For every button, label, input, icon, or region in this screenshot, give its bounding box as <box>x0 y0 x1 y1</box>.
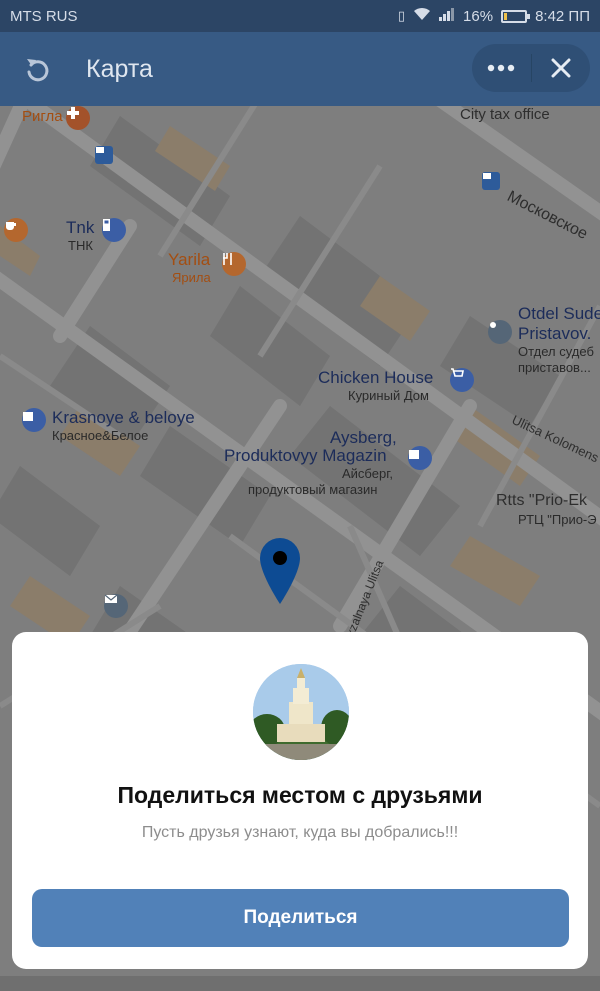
map-label-chicken-ru: Куриный Дом <box>348 388 429 403</box>
place-photo <box>253 664 349 760</box>
clock: 8:42 ПП <box>535 7 590 25</box>
carrier-name: MTS RUS <box>10 7 78 25</box>
map-label-aysberg-2: Produktovyy Magazin <box>224 446 387 465</box>
shopping-bag-icon[interactable] <box>22 408 46 432</box>
refresh-back-icon <box>27 59 49 82</box>
map-label-aysberg-3: Айсберг, <box>342 466 393 481</box>
status-bar: MTS RUS ▯ 16% 8:42 ПП <box>0 0 600 32</box>
map-label-otdel-1: Otdel Sude <box>518 304 600 323</box>
map-label-rigla: Ригла <box>22 108 63 125</box>
pharmacy-icon[interactable] <box>66 106 90 130</box>
map-label-tnk-en: Tnk <box>66 218 95 237</box>
bottom-edge <box>0 976 600 991</box>
card-subtitle: Пусть друзья узнают, куда вы добрались!!… <box>141 824 459 841</box>
wifi-icon <box>413 7 431 25</box>
more-button[interactable] <box>472 44 531 92</box>
close-icon <box>551 58 571 78</box>
more-dots-icon <box>488 64 515 72</box>
back-button[interactable] <box>0 32 74 106</box>
card-title: Поделиться местом с друзьями <box>117 782 483 808</box>
map-label-krasnoye-en: Krasnoye & beloye <box>52 408 195 427</box>
share-place-card: Поделиться местом с друзьями Пусть друзь… <box>12 632 588 969</box>
restaurant-icon[interactable] <box>222 252 246 276</box>
map-label-otdel-2: Pristavov. <box>518 324 592 343</box>
status-icons: ▯ 16% 8:42 ПП <box>398 7 590 25</box>
map-label-yarila-en: Yarila <box>168 250 211 269</box>
close-button[interactable] <box>531 44 590 92</box>
post-office-icon[interactable] <box>104 594 128 618</box>
bus-stop-icon-2[interactable] <box>482 172 500 190</box>
map-label-rtts-en: Rtts "Prio-Ek <box>496 492 588 509</box>
map-label-aysberg-1: Aysberg, <box>330 428 397 447</box>
shopping-bag-icon-2[interactable] <box>408 446 432 470</box>
gas-station-icon[interactable] <box>102 218 126 242</box>
map-label-chicken-en: Chicken House <box>318 368 434 387</box>
battery-percent: 16% <box>463 7 494 25</box>
app-screen: MTS RUS ▯ 16% 8:42 ПП Карта Ригла City t… <box>0 0 600 991</box>
share-button[interactable]: Поделиться <box>32 889 569 947</box>
map-label-aysberg-4: продуктовый магазин <box>248 482 378 497</box>
map-label-otdel-4: приставов... <box>518 360 591 375</box>
map-label-tnk-ru: ТНК <box>68 238 93 253</box>
cathedral-photo-icon <box>253 664 349 760</box>
map-label-krasnoye-ru: Красное&Белое <box>52 428 149 443</box>
bus-stop-icon[interactable] <box>95 146 113 164</box>
map-label-otdel-3: Отдел судеб <box>518 344 594 359</box>
place-marker-icon[interactable] <box>488 320 512 344</box>
shopping-cart-icon[interactable] <box>450 368 474 392</box>
map-label-city-tax: City tax office <box>460 106 550 123</box>
map-label-rtts-ru: РТЦ "Прио-Э <box>518 512 597 527</box>
vibrate-icon: ▯ <box>397 8 406 23</box>
location-pin-icon[interactable] <box>258 536 302 606</box>
battery-icon <box>501 9 531 23</box>
map-label-yarila-ru: Ярила <box>172 270 211 285</box>
cafe-icon[interactable] <box>4 218 28 242</box>
header-actions <box>472 44 590 92</box>
app-header: Карта <box>0 32 600 106</box>
signal-icon <box>439 7 455 25</box>
